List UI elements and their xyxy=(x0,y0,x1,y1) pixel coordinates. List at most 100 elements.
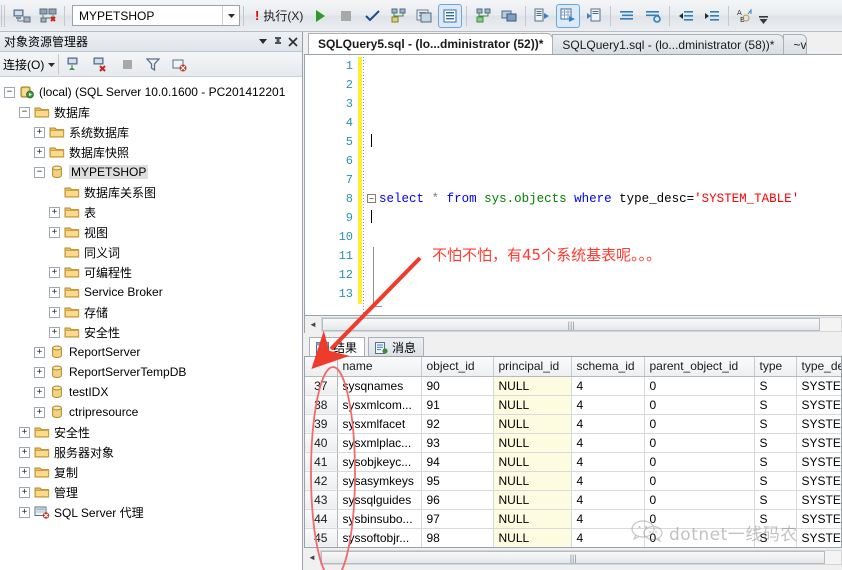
expand-toggle-icon[interactable]: + xyxy=(34,406,45,418)
table-cell[interactable]: 0 xyxy=(644,471,755,491)
table-cell[interactable]: S xyxy=(754,471,797,491)
editor-tab[interactable]: SQLQuery5.sql - (lo...dministrator (52))… xyxy=(308,33,554,54)
table-cell[interactable]: S xyxy=(754,528,797,547)
table-cell[interactable]: 0 xyxy=(644,490,755,510)
results-to-text-file-icon[interactable] xyxy=(530,4,554,28)
table-cell[interactable]: SYSTEM_TABLE xyxy=(796,376,841,396)
table-cell[interactable]: 0 xyxy=(644,414,755,434)
table-cell[interactable]: sysbinsubo... xyxy=(337,509,422,529)
expand-toggle-icon[interactable]: + xyxy=(34,346,45,358)
table-cell[interactable]: 96 xyxy=(421,490,494,510)
table-cell[interactable]: SYSTEM_TABLE xyxy=(796,490,841,510)
increase-indent-icon[interactable] xyxy=(700,4,724,28)
code-line[interactable] xyxy=(367,247,842,266)
results-to-text-icon[interactable] xyxy=(438,3,463,28)
table-cell[interactable]: SYSTEM_TABLE xyxy=(796,471,841,491)
comment-lines-icon[interactable] xyxy=(615,4,639,28)
table-cell[interactable]: 4 xyxy=(571,433,645,453)
table-cell[interactable]: 90 xyxy=(421,376,494,396)
run-icon[interactable] xyxy=(308,4,332,28)
table-cell[interactable]: 4 xyxy=(571,471,645,491)
expand-toggle-icon[interactable]: + xyxy=(49,226,60,238)
code-lines[interactable]: − select * from sys.objects where type_de… xyxy=(367,57,842,304)
table-cell[interactable]: S xyxy=(754,395,797,415)
tree-node[interactable]: + 服务器对象 xyxy=(0,442,302,462)
tree-node[interactable]: + 安全性 xyxy=(0,322,302,342)
column-header[interactable]: object_id xyxy=(421,357,494,377)
new-query-icon[interactable] xyxy=(36,4,60,28)
table-cell[interactable]: 93 xyxy=(421,433,494,453)
table-cell[interactable]: S xyxy=(754,452,797,472)
editor-horizontal-scrollbar[interactable]: ◄ ||| xyxy=(304,316,842,333)
results-to-file-icon[interactable] xyxy=(582,4,606,28)
column-header[interactable]: parent_object_id xyxy=(644,357,755,377)
code-line[interactable] xyxy=(367,209,842,228)
table-cell[interactable]: syssoftobjr... xyxy=(337,528,422,547)
query-options-icon[interactable] xyxy=(412,4,436,28)
expand-toggle-icon[interactable]: + xyxy=(34,366,45,378)
tree-node[interactable]: + testIDX xyxy=(0,382,302,402)
table-cell[interactable]: S xyxy=(754,376,797,396)
collapse-region-icon[interactable]: − xyxy=(367,194,376,203)
results-to-grid-icon[interactable] xyxy=(556,3,581,28)
table-cell[interactable]: 91 xyxy=(421,395,494,415)
table-cell[interactable]: NULL xyxy=(493,509,572,529)
table-cell[interactable]: NULL xyxy=(493,471,572,491)
table-cell[interactable]: 0 xyxy=(644,376,755,396)
tree-node[interactable]: + 可编程性 xyxy=(0,262,302,282)
tree-node[interactable]: + 安全性 xyxy=(0,422,302,442)
code-line[interactable] xyxy=(367,152,842,171)
table-cell[interactable]: 97 xyxy=(421,509,494,529)
code-line[interactable] xyxy=(367,285,842,304)
chevron-down-icon[interactable] xyxy=(48,60,56,69)
column-header[interactable]: type_desc xyxy=(796,357,841,377)
parse-check-icon[interactable] xyxy=(360,4,384,28)
scroll-track[interactable]: ||| xyxy=(320,550,842,565)
expand-toggle-icon[interactable]: + xyxy=(49,306,60,318)
row-number-cell[interactable]: 38 xyxy=(305,395,338,415)
filter-icon[interactable] xyxy=(141,52,165,76)
table-cell[interactable]: 4 xyxy=(571,376,645,396)
sort-az-icon[interactable]: A B xyxy=(733,4,757,28)
row-number-cell[interactable]: 43 xyxy=(305,490,338,510)
scroll-left-arrow-icon[interactable]: ◄ xyxy=(305,317,321,332)
table-cell[interactable]: 94 xyxy=(421,452,494,472)
results-horizontal-scrollbar[interactable]: ◄ ||| xyxy=(304,549,842,566)
column-header[interactable]: schema_id xyxy=(571,357,645,377)
table-cell[interactable]: 0 xyxy=(644,433,755,453)
tree-node[interactable]: − 数据库 xyxy=(0,102,302,122)
code-line[interactable]: − select * from sys.objects where type_de… xyxy=(367,190,842,209)
table-row[interactable]: 41sysobjkeyc...94NULL40SSYSTEM_TABLE xyxy=(305,452,841,472)
database-combo[interactable]: MYPETSHOP xyxy=(72,5,240,26)
table-cell[interactable]: SYSTEM_TABLE xyxy=(796,452,841,472)
stop-icon[interactable] xyxy=(115,52,139,76)
code-line[interactable] xyxy=(367,76,842,95)
table-cell[interactable]: 98 xyxy=(421,528,494,547)
stop-icon[interactable] xyxy=(334,4,358,28)
pin-icon[interactable] xyxy=(270,34,285,50)
table-cell[interactable]: 4 xyxy=(571,528,645,547)
tree-node[interactable]: + 表 xyxy=(0,202,302,222)
table-cell[interactable]: sysxmlplac... xyxy=(337,433,422,453)
table-cell[interactable]: 4 xyxy=(571,490,645,510)
tree-node[interactable]: + 系统数据库 xyxy=(0,122,302,142)
table-row[interactable]: 44sysbinsubo...97NULL40SSYSTEM_TABLE xyxy=(305,509,841,529)
table-cell[interactable]: NULL xyxy=(493,452,572,472)
table-cell[interactable]: S xyxy=(754,509,797,529)
expand-toggle-icon[interactable]: + xyxy=(49,206,60,218)
expand-toggle-icon[interactable]: + xyxy=(34,386,45,398)
sql-editor[interactable]: 1 2 3 4 5 6 7 8 9 10 11 12 13 − select * from sys.obj… xyxy=(304,54,842,316)
collapse-toggle-icon[interactable]: − xyxy=(19,106,30,118)
table-cell[interactable]: NULL xyxy=(493,395,572,415)
code-line[interactable] xyxy=(367,133,842,152)
table-cell[interactable]: 0 xyxy=(644,528,755,547)
scroll-thumb[interactable]: ||| xyxy=(322,318,821,331)
execute-button[interactable]: ! 执行(X) xyxy=(251,4,307,28)
table-row[interactable]: 43syssqlguides96NULL40SSYSTEM_TABLE xyxy=(305,490,841,510)
results-grid[interactable]: name object_id principal_id schema_id parent… xyxy=(304,356,842,548)
table-cell[interactable]: 92 xyxy=(421,414,494,434)
expand-toggle-icon[interactable]: + xyxy=(19,506,30,518)
table-cell[interactable]: NULL xyxy=(493,490,572,510)
results-tab[interactable]: 消息 xyxy=(368,337,425,357)
tree-node[interactable]: 数据库关系图 xyxy=(0,182,302,202)
